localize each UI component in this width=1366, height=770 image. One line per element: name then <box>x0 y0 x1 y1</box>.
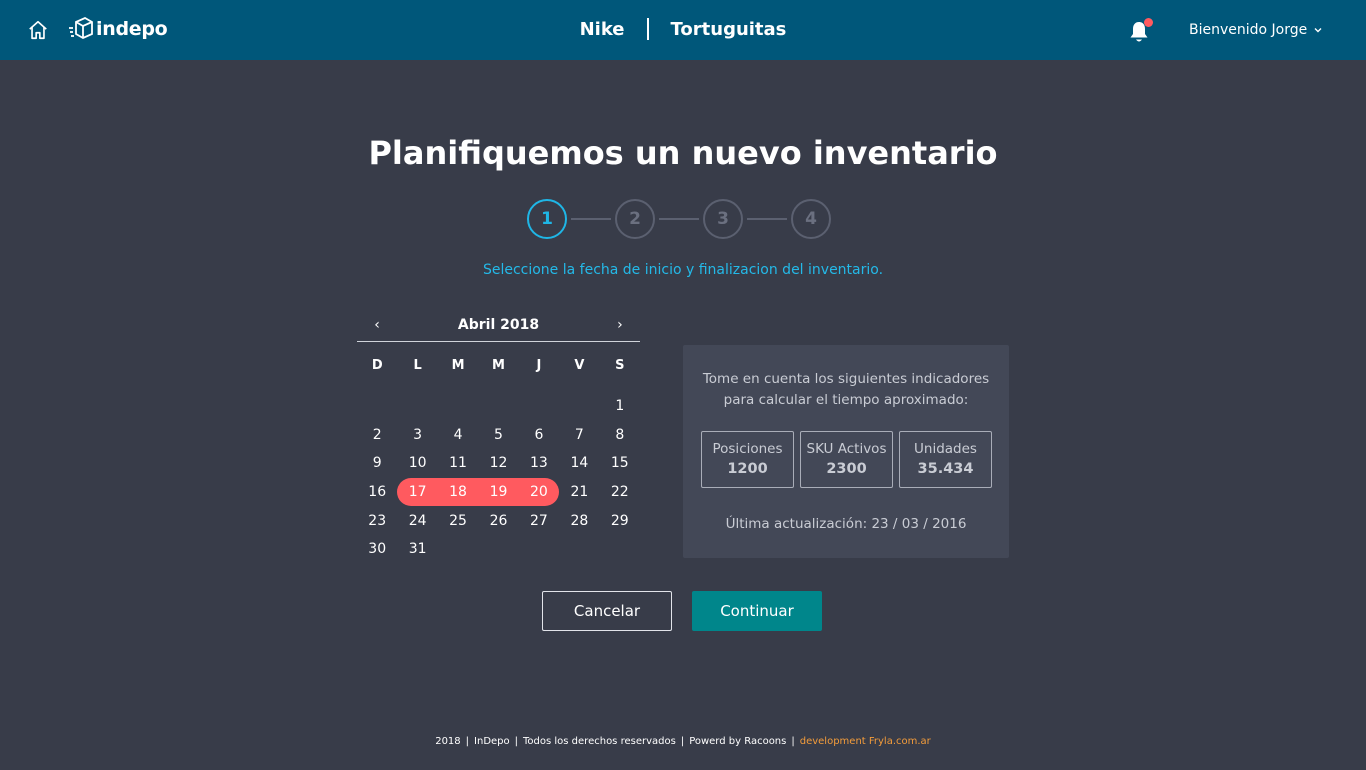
step-2: 2 <box>615 199 655 239</box>
brand-separator <box>646 18 649 40</box>
calendar-day[interactable]: 5 <box>478 421 518 450</box>
footer-separator: | <box>514 736 519 747</box>
brand-tortuguitas[interactable]: Tortuguitas <box>671 19 787 40</box>
calendar-day[interactable]: 19 <box>478 477 519 507</box>
calendar-day[interactable]: 30 <box>357 535 397 564</box>
calendar-day[interactable]: 31 <box>397 535 437 564</box>
stat-unidades: Unidades 35.434 <box>899 431 992 488</box>
stat-label: Posiciones <box>712 441 783 457</box>
step-connector <box>659 218 699 220</box>
calendar-day[interactable]: 3 <box>397 421 437 450</box>
calendar-day[interactable]: 28 <box>559 506 599 535</box>
weekday-header: D L M M J V S <box>357 358 640 378</box>
calendar-day-grid: 1 2 3 4 5 6 7 8 9 10 11 12 13 14 15 16 17 18 19 20 21 22 23 24 2… <box>357 392 640 564</box>
top-navbar: indepo Nike Tortuguitas Bienvenido Jorge <box>0 0 1366 60</box>
footer: 2018 | InDepo | Todos los derechos reservado… <box>0 736 1366 747</box>
calendar-day[interactable]: 16 <box>357 478 397 507</box>
calendar-day[interactable]: 7 <box>559 421 599 450</box>
calendar-day[interactable]: 13 <box>519 449 559 478</box>
chevron-down-icon <box>1314 28 1322 33</box>
footer-separator: | <box>791 736 795 747</box>
calendar-day[interactable]: 6 <box>519 421 559 450</box>
stat-value: 2300 <box>826 461 867 477</box>
footer-company: InDepo <box>474 736 510 747</box>
calendar-empty-cell <box>438 392 478 421</box>
calendar-day[interactable]: 8 <box>600 421 640 450</box>
calendar-day[interactable]: 29 <box>600 506 640 535</box>
calendar-day[interactable]: 17 <box>397 477 438 507</box>
calendar-day[interactable]: 1 <box>600 392 640 421</box>
calendar-day[interactable]: 15 <box>600 449 640 478</box>
calendar-month-label: Abril 2018 <box>457 316 540 333</box>
page-title: Planifiquemos un nuevo inventario <box>368 134 998 172</box>
calendar-day[interactable]: 24 <box>397 506 437 535</box>
calendar-empty-cell <box>357 392 397 421</box>
step-instruction: Seleccione la fecha de inicio y finaliza… <box>482 262 884 278</box>
calendar-day[interactable]: 12 <box>478 449 518 478</box>
calendar-day[interactable]: 20 <box>518 477 560 507</box>
weekday-label: J <box>536 358 542 373</box>
wizard-stepper: 1 2 3 4 <box>527 199 831 239</box>
stat-posiciones: Posiciones 1200 <box>701 431 794 488</box>
step-4: 4 <box>791 199 831 239</box>
indicators-description: Tome en cuenta los siguientes indicadore… <box>683 369 1009 411</box>
weekday-label: D <box>371 358 383 373</box>
weekday-label: L <box>413 358 422 373</box>
weekday-label: S <box>615 358 625 373</box>
calendar-day[interactable]: 9 <box>357 449 397 478</box>
footer-year: 2018 <box>435 736 461 747</box>
footer-dev-link[interactable]: development Fryla.com.ar <box>800 736 931 747</box>
stat-sku-activos: SKU Activos 2300 <box>800 431 893 488</box>
brand-switch: Nike Tortuguitas <box>0 18 1366 40</box>
continue-button[interactable]: Continuar <box>692 591 822 631</box>
footer-separator: | <box>680 736 685 747</box>
indicator-stats: Posiciones 1200 SKU Activos 2300 Unidade… <box>701 431 998 488</box>
calendar-header: ‹ Abril 2018 › <box>357 308 640 342</box>
calendar-day[interactable]: 10 <box>397 449 437 478</box>
calendar-day[interactable]: 21 <box>559 478 599 507</box>
next-month-button[interactable]: › <box>614 317 626 333</box>
stat-label: Unidades <box>914 441 977 457</box>
footer-separator: | <box>465 736 470 747</box>
weekday-label: M <box>492 358 505 373</box>
calendar-day[interactable]: 27 <box>519 506 559 535</box>
step-3: 3 <box>703 199 743 239</box>
calendar-empty-cell <box>397 392 437 421</box>
last-updated: Última actualización: 23 / 03 / 2016 <box>725 516 967 532</box>
indicators-description-line: para calcular el tiempo aproximado: <box>723 392 969 408</box>
calendar-day[interactable]: 14 <box>559 449 599 478</box>
stat-value: 1200 <box>727 461 768 477</box>
prev-month-button[interactable]: ‹ <box>371 317 383 333</box>
calendar-day[interactable]: 25 <box>438 506 478 535</box>
indicators-description-line: Tome en cuenta los siguientes indicadore… <box>702 371 990 387</box>
calendar-day[interactable]: 22 <box>600 478 640 507</box>
step-connector <box>747 218 787 220</box>
indicators-panel: Tome en cuenta los siguientes indicadore… <box>683 345 1009 558</box>
footer-powered: Powerd by Racoons <box>689 736 787 747</box>
step-1: 1 <box>527 199 567 239</box>
stat-value: 35.434 <box>917 461 974 477</box>
step-connector <box>571 218 611 220</box>
cancel-button[interactable]: Cancelar <box>542 591 672 631</box>
calendar-empty-cell <box>519 392 559 421</box>
brand-nike[interactable]: Nike <box>580 19 625 40</box>
calendar-day[interactable]: 4 <box>438 421 478 450</box>
calendar-day[interactable]: 26 <box>478 506 518 535</box>
weekday-label: V <box>574 358 585 373</box>
calendar-day[interactable]: 2 <box>357 421 397 450</box>
date-range-calendar: ‹ Abril 2018 › D L M M J V S 1 2 3 4 5 6 7 8 9 10… <box>357 308 640 564</box>
footer-rights: Todos los derechos reservados <box>523 736 676 747</box>
calendar-empty-cell <box>478 392 518 421</box>
calendar-day[interactable]: 23 <box>357 506 397 535</box>
calendar-day[interactable]: 11 <box>438 449 478 478</box>
calendar-empty-cell <box>559 392 599 421</box>
notification-badge <box>1144 18 1153 27</box>
calendar-day[interactable]: 18 <box>437 477 479 507</box>
user-greeting: Bienvenido Jorge <box>1189 22 1308 38</box>
weekday-label: M <box>451 358 465 373</box>
stat-label: SKU Activos <box>806 441 887 457</box>
user-menu[interactable]: Bienvenido Jorge <box>1189 22 1323 38</box>
